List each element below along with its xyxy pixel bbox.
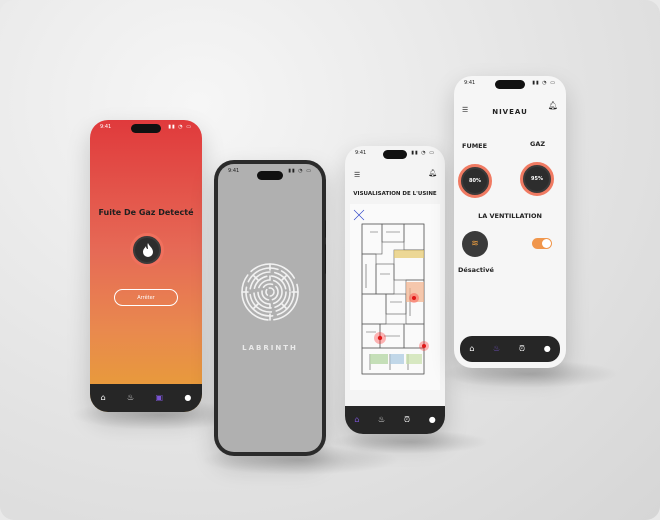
- side-button: [325, 244, 326, 274]
- stop-button[interactable]: Arrêter: [114, 289, 178, 306]
- labyrinth-logo: [241, 263, 299, 321]
- alarm-clock-icon[interactable]: ▣: [155, 394, 163, 402]
- mockup-stage: 9:41 ▮▮ ◔ ▭ Fuite De Gaz Detecté Arrêter…: [0, 0, 660, 520]
- status-time: 9:41: [355, 150, 367, 156]
- user-icon[interactable]: ●: [184, 394, 191, 402]
- ventilation-toggle[interactable]: [532, 238, 552, 249]
- menu-icon[interactable]: ☰: [354, 171, 360, 179]
- smoke-value: 80%: [469, 178, 481, 184]
- user-icon[interactable]: ●: [544, 345, 551, 353]
- notch: [131, 124, 161, 133]
- bottom-nav: ⌂ ♨ ⏰︎ ●: [345, 406, 445, 434]
- flame-icon[interactable]: ♨: [493, 345, 500, 353]
- status-icons: ▮▮ ◔ ▭: [288, 168, 312, 174]
- flame-icon: [143, 243, 153, 257]
- status-icons: ▮▮ ◔ ▭: [532, 80, 556, 86]
- fan-icon: ≋: [462, 231, 488, 257]
- home-icon[interactable]: ⌂: [101, 394, 106, 402]
- home-icon[interactable]: ⌂: [354, 416, 359, 424]
- user-icon[interactable]: ●: [429, 416, 436, 424]
- brand-name: LABRINTH: [242, 344, 298, 352]
- flame-icon[interactable]: ♨: [378, 416, 385, 424]
- status-time: 9:41: [100, 124, 112, 130]
- alert-title: Fuite De Gaz Detecté: [98, 208, 194, 217]
- gas-label: GAZ: [530, 140, 546, 148]
- status-icons: ▮▮ ◔ ▭: [411, 150, 435, 156]
- page-title: NIVEAU: [492, 108, 528, 116]
- notch: [495, 80, 525, 89]
- alarm-clock-icon[interactable]: ⏰︎: [404, 416, 410, 424]
- smoke-gauge: 80%: [458, 164, 492, 198]
- bottom-nav: ⌂ ♨ ⏰︎ ●: [460, 336, 560, 362]
- floor-plan: [350, 204, 440, 390]
- ventilation-status: Désactivé: [458, 266, 494, 274]
- phone-factory-map: 9:41 ▮▮ ◔ ▭ ☰ 🔔︎ VISUALISATION DE L'USIN…: [345, 146, 445, 434]
- ventilation-title: LA VENTILLATION: [478, 212, 542, 220]
- alarm-clock-icon[interactable]: ⏰︎: [519, 345, 525, 353]
- bottom-nav: ⌂ ♨ ▣ ●: [90, 384, 202, 412]
- side-button: [325, 220, 326, 238]
- bell-icon[interactable]: 🔔︎: [428, 169, 437, 177]
- gas-value: 95%: [531, 176, 543, 182]
- page-title: VISUALISATION DE L'USINE: [353, 191, 437, 197]
- home-icon[interactable]: ⌂: [469, 345, 474, 353]
- phone-labyrinth-splash: 9:41 ▮▮ ◔ ▭ LABRINTH: [214, 160, 326, 456]
- phone-levels: 9:41 ▮▮ ◔ ▭ ☰ 🔔︎ NIVEAU FUMEE GAZ 80% 95…: [454, 76, 566, 368]
- status-time: 9:41: [228, 168, 240, 174]
- notch: [383, 150, 407, 159]
- flame-gauge: [130, 233, 164, 267]
- phone-gas-alert: 9:41 ▮▮ ◔ ▭ Fuite De Gaz Detecté Arrêter…: [90, 120, 202, 412]
- toggle-knob: [542, 239, 551, 248]
- status-icons: ▮▮ ◔ ▭: [168, 124, 192, 130]
- flame-icon[interactable]: ♨: [127, 394, 134, 402]
- smoke-label: FUMEE: [462, 142, 488, 150]
- status-time: 9:41: [464, 80, 476, 86]
- splash-screen: 9:41 ▮▮ ◔ ▭ LABRINTH: [218, 164, 322, 452]
- notch: [257, 171, 283, 180]
- gas-gauge: 95%: [520, 162, 554, 196]
